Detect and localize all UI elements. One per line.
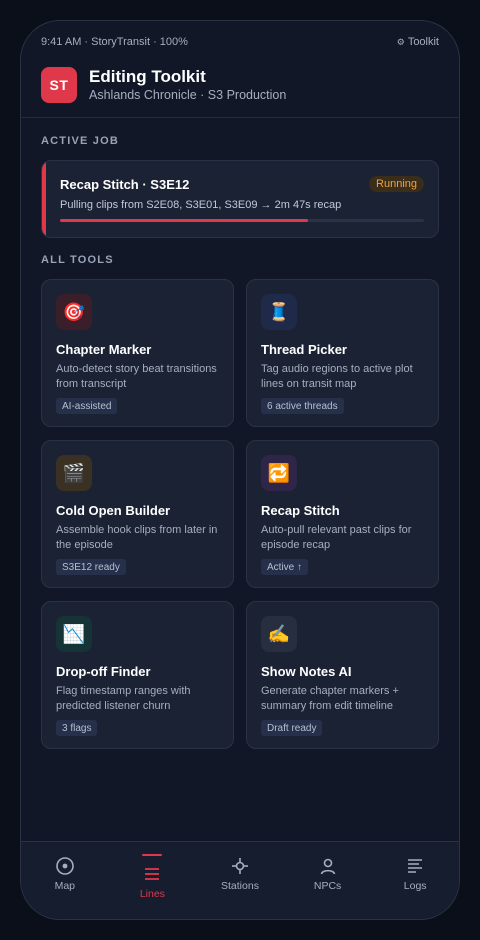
dart-target-icon: 🎯 [56,294,92,330]
tool-card-tag: 6 active threads [261,398,344,414]
active-job-description: Pulling clips from S2E08, S3E01, S3E09 →… [60,199,342,211]
tab-npcs-label: NPCs [313,880,342,892]
page-title: Editing Toolkit [89,67,206,86]
tool-card-title: Recap Stitch [261,503,340,518]
chart-decreasing-icon: 📉 [56,616,92,652]
tab-logs[interactable]: Logs [380,842,450,919]
tool-card[interactable]: 🧵 Thread Picker Tag audio regions to activ… [246,279,439,427]
app-header: ST Editing Toolkit Ashlands Chronicle · … [41,65,439,105]
active-job-accent [42,161,46,237]
thread-spool-icon: 🧵 [261,294,297,330]
tool-card[interactable]: 🔁 Recap Stitch Auto-pull relevant past cli… [246,440,439,588]
tool-card-description: Flag timestamp ranges with predicted lis… [56,685,191,712]
tool-card-tag: Active ↑ [261,559,309,575]
status-text: 9:41 AM · StoryTransit · 100% [41,36,188,48]
log-list-icon [408,859,423,873]
tool-card[interactable]: 🎯 Chapter Marker Auto-detect story beat tr… [41,279,234,427]
page-subtitle: Ashlands Chronicle · S3 Production [89,88,287,102]
tab-stations[interactable]: Stations [205,842,275,919]
active-job-heading: ACTIVE JOB [41,135,120,147]
bottom-tab-bar: Map Lines Stations NPCs Logs [21,841,459,919]
active-tab-indicator [142,854,163,856]
active-job-card[interactable]: Recap Stitch · S3E12 Running Pulling cli… [41,160,439,238]
clapper-board-icon: 🎬 [56,455,92,491]
all-tools-heading: ALL TOOLS [41,254,114,266]
lines-menu-icon [145,868,160,880]
tool-card-title: Chapter Marker [56,342,152,357]
tool-card-tag: AI-assisted [56,398,118,414]
tab-map[interactable]: Map [30,842,100,919]
tab-lines-label: Lines [139,888,165,900]
toolkit-indicator: ⚙ Toolkit [397,36,439,48]
repeat-icon: 🔁 [261,455,297,491]
tool-card-title: Thread Picker [261,342,347,357]
tab-map-label: Map [54,880,76,892]
map-pin-circle-icon [55,857,74,875]
phone-frame: 9:41 AM · StoryTransit · 100% ⚙ Toolkit … [20,20,460,920]
writing-hand-icon: ✍️ [261,616,297,652]
tool-card[interactable]: 📉 Drop-off Finder Flag timestamp ranges wi… [41,601,234,749]
progress-bar [60,219,424,222]
tool-card-title: Drop-off Finder [56,664,151,679]
tool-card-title: Show Notes AI [261,664,352,679]
tab-stations-label: Stations [221,880,259,892]
app-logo: ST [41,67,77,103]
tool-card-tag: 3 flags [56,720,98,736]
person-icon [320,858,335,875]
tool-card-description: Auto-detect story beat transitions from … [56,363,217,390]
tool-card-description: Tag audio regions to active plot lines o… [261,363,413,390]
progress-fill [60,219,308,222]
tool-card[interactable]: 🎬 Cold Open Builder Assemble hook clips fr… [41,440,234,588]
status-bar: 9:41 AM · StoryTransit · 100% ⚙ Toolkit [41,35,439,49]
status-badge: Running [369,176,424,192]
header-divider [21,117,459,118]
toolkit-label: Toolkit [407,36,439,48]
tool-card-tag: Draft ready [261,720,323,736]
tab-lines[interactable]: Lines [117,842,187,919]
tool-card-description: Auto-pull relevant past clips for episod… [261,524,412,551]
tool-card[interactable]: ✍️ Show Notes AI Generate chapter markers … [246,601,439,749]
tool-card-description: Assemble hook clips from later in the ep… [56,524,218,551]
tab-npcs[interactable]: NPCs [293,842,363,919]
station-crosshair-icon [231,858,248,874]
tab-logs-label: Logs [403,880,427,892]
gear-icon: ⚙ [396,36,405,47]
active-job-title: Recap Stitch · S3E12 [60,177,190,192]
tool-card-title: Cold Open Builder [56,503,171,518]
tool-card-tag: S3E12 ready [56,559,126,575]
tool-card-description: Generate chapter markers + summary from … [261,685,399,712]
